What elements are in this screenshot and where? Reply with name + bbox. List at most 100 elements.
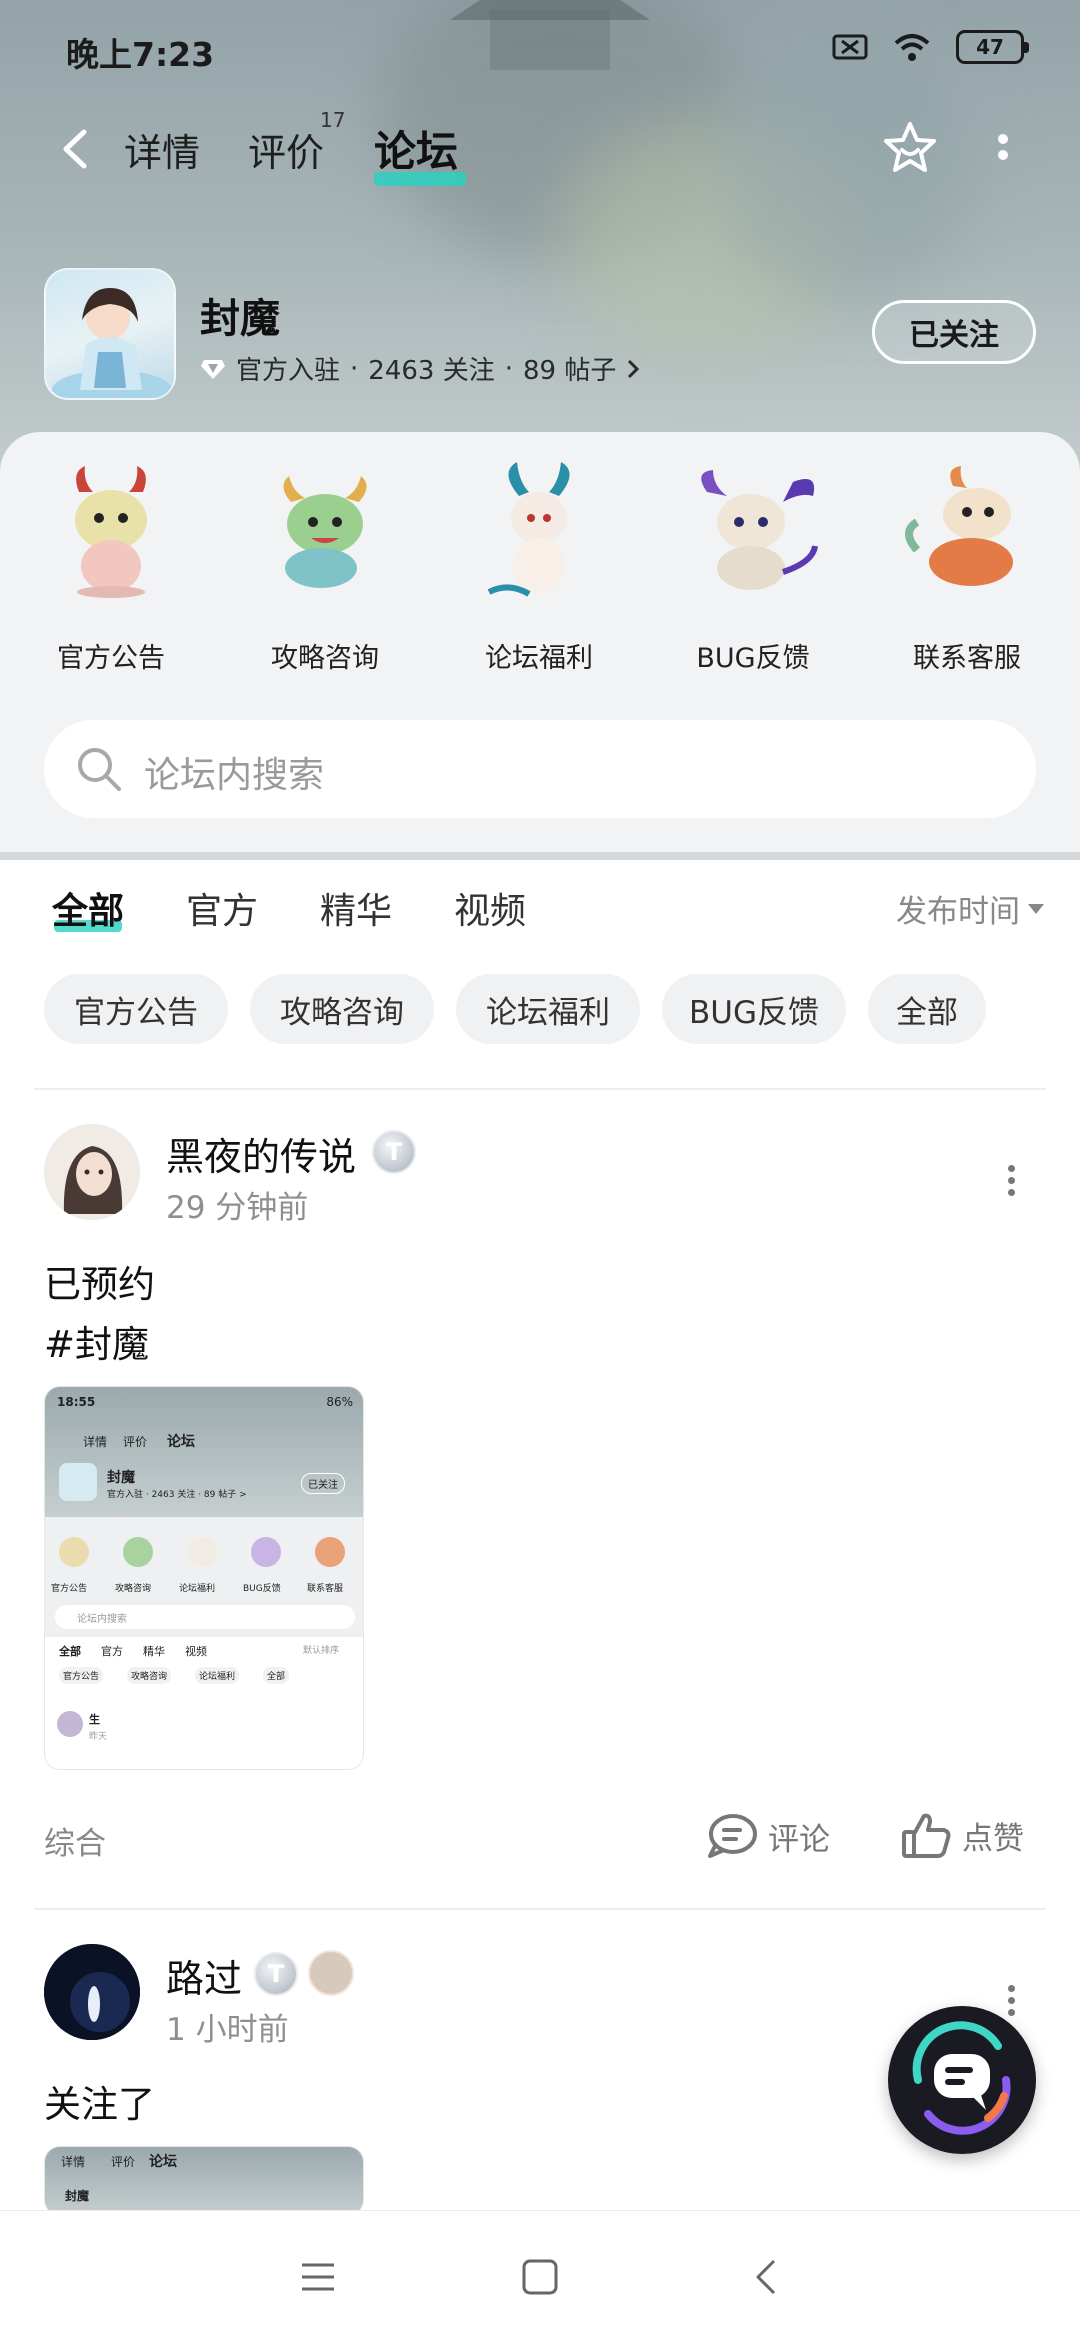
category-label: BUG反馈 [696,643,810,674]
post-hashtag[interactable]: #封魔 [44,1314,149,1368]
status-time: 晚上7:23 [66,35,215,74]
post-image-thumbnail[interactable]: 详情 评价 论坛 封魔 [44,2146,364,2216]
like-button[interactable]: 点赞 [900,1810,1024,1860]
caret-down-icon [1028,903,1044,914]
post-time: 29 分钟前 [166,1190,309,1226]
category-label: 官方公告 [57,643,165,674]
thumb-avatar [57,1711,83,1737]
thumb-battery: 86% [326,1395,353,1409]
filter-tab-video[interactable]: 视频 [454,882,526,934]
dragon-mascot-icon [283,476,367,588]
meta-separator-1: · [350,353,359,384]
category-panel: 官方公告 攻略咨询 论坛福利 BUG反馈 联系客服 论坛内搜索 [0,432,1080,852]
review-count-badge: 17 [320,108,346,132]
no-sim-icon [832,34,868,60]
search-input[interactable]: 论坛内搜索 [144,746,324,798]
category-label: 联系客服 [913,643,1021,674]
chip-bug-report[interactable]: BUG反馈 [662,974,846,1044]
divider [34,1088,1046,1090]
post-image-thumbnail[interactable]: 18:55 86% 详情 评价 论坛 封魔 官方入驻 · 2463 关注 · 8… [44,1386,364,1770]
thumb-tab: 评价 [123,1435,148,1449]
thumb-tab: 评价 [111,2155,136,2169]
follower-count: 2463 关注 [368,356,495,386]
chip-all[interactable]: 全部 [868,974,986,1044]
official-label: 官方入驻 [236,356,341,386]
user-level-badge: T [254,1952,298,1996]
tab-detail[interactable]: 详情 [124,122,200,177]
username[interactable]: 路过 [166,1948,242,2003]
tab-forum[interactable]: 论坛 [374,118,458,179]
status-icons: 47 [832,30,1029,64]
thumb-ftab: 全部 [59,1645,81,1658]
status-bar: 晚上7:23 47 [0,0,1080,100]
thumb-sort: 默认排序 [303,1646,340,1656]
sort-dropdown[interactable]: 发布时间 [896,886,1044,931]
user-portrait [44,1944,140,2040]
thumb-time: 18:55 [57,1395,96,1409]
thumb-tab: 详情 [83,1435,108,1449]
category-welfare[interactable]: 论坛福利 [454,462,624,675]
search-icon [78,748,121,791]
post-more-icon[interactable] [1004,1160,1018,1200]
battery-icon: 47 [956,30,1029,64]
forum-chat-fab[interactable] [888,2006,1036,2154]
back-arrow-icon[interactable] [52,124,102,174]
thumb-search-text: 论坛内搜索 [77,1614,127,1625]
dragon-mascot-icon [487,462,570,597]
like-label: 点赞 [962,1820,1024,1857]
avatar[interactable] [44,1944,140,2040]
divider [34,1908,1046,1910]
system-nav-bar [0,2210,1080,2340]
chip-official-announcement[interactable]: 官方公告 [44,974,228,1044]
thumbnail-body: 官方公告 攻略咨询 论坛福利 BUG反馈 联系客服 论坛内搜索 全部 官方 精华… [45,1517,363,1769]
chevron-right-icon[interactable] [626,358,640,380]
forum-search-box[interactable]: 论坛内搜索 [44,720,1036,818]
thumb-tab: 论坛 [149,2154,177,2170]
home-icon[interactable] [518,2255,562,2299]
menu-icon[interactable] [296,2255,340,2299]
thumb-ftab: 精华 [143,1645,165,1658]
favorite-star-icon[interactable] [880,118,940,178]
back-icon[interactable] [746,2255,790,2299]
category-strategy[interactable]: 攻略咨询 [240,462,410,675]
tab-review[interactable]: 评价 [248,122,324,177]
category-customer-service[interactable]: 联系客服 [882,462,1052,675]
category-bug-report[interactable]: BUG反馈 [668,462,838,675]
user-portrait [44,1124,140,1220]
thumb-ftab: 官方 [101,1645,123,1658]
thumb-post-time: 昨天 [89,1732,108,1742]
post-text-line: 已预约 [44,1263,155,1306]
user-level-badge: T [372,1130,416,1174]
thumb-mascots [57,1537,353,1573]
username[interactable]: 黑夜的传说 [166,1126,356,1181]
thumb-follow: 已关注 [301,1473,345,1494]
meta-separator-2: · [504,353,513,384]
filter-tab-essence[interactable]: 精华 [320,882,392,934]
category-label: 攻略咨询 [271,643,379,674]
post-count[interactable]: 89 帖子 [523,350,616,387]
thumb-cat: 联系客服 [307,1584,344,1594]
game-icon[interactable] [44,268,176,400]
game-meta: 官方入驻 · 2463 关注 · 89 帖子 [200,350,640,387]
thumb-cat: BUG反馈 [243,1584,281,1594]
avatar[interactable] [44,1124,140,1220]
thumbs-up-icon [902,1813,951,1858]
thumb-game-name: 封魔 [107,1470,135,1486]
more-options-icon[interactable] [994,128,1012,172]
chip-welfare[interactable]: 论坛福利 [456,974,640,1044]
filter-tab-official[interactable]: 官方 [186,882,258,934]
dragon-mascot-icon [905,466,1013,586]
comment-button[interactable]: 评论 [706,1812,830,1860]
dragon-mascot-icon [75,466,147,598]
filter-tab-all[interactable]: 全部 [52,882,124,934]
category-official-announcement[interactable]: 官方公告 [26,462,196,675]
thumb-cat: 论坛福利 [179,1584,216,1594]
chip-strategy[interactable]: 攻略咨询 [250,974,434,1044]
thumb-chip: 论坛福利 [195,1667,240,1684]
thumb-chip: 攻略咨询 [127,1667,172,1684]
diamond-icon [201,359,225,379]
comment-label: 评论 [768,1821,830,1858]
post-category-tag[interactable]: 综合 [44,1818,106,1863]
thumb-game-name: 封魔 [65,2189,90,2203]
follow-button[interactable]: 已关注 [872,300,1036,364]
